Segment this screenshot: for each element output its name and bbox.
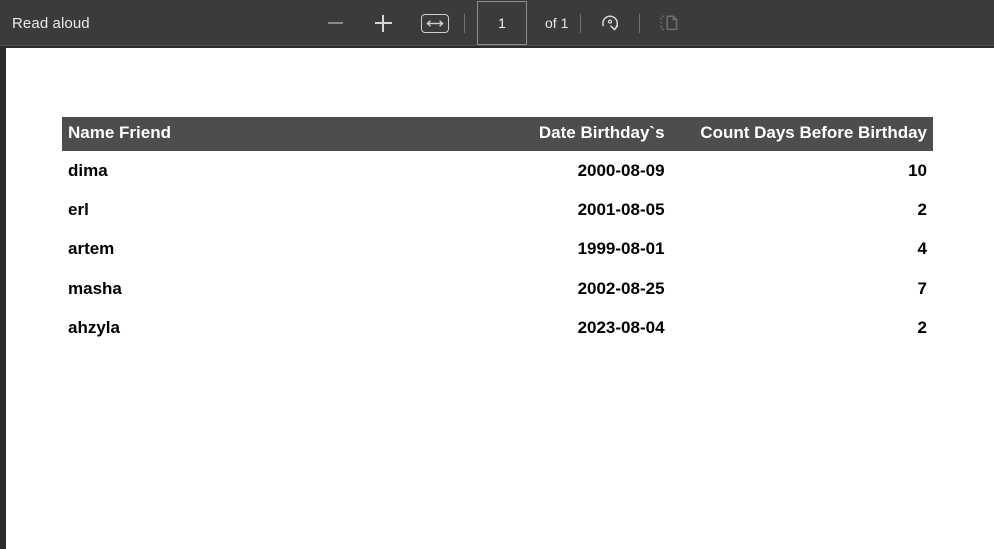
- cell-name: dima: [68, 160, 108, 180]
- toolbar-center-controls: of 1: [318, 0, 686, 46]
- page-view-button[interactable]: [652, 7, 686, 39]
- cell-count: 2: [917, 200, 927, 220]
- toolbar-separator: [639, 13, 641, 33]
- cell-date: 2002-08-25: [577, 278, 665, 298]
- cell-count: 2: [917, 317, 927, 337]
- document-scroll-area[interactable]: Name Friend Date Birthday`s Count Days B…: [0, 46, 994, 549]
- cell-name: artem: [68, 239, 115, 259]
- cell-date: 2023-08-04: [577, 317, 665, 337]
- page-total-label: of 1: [545, 15, 569, 31]
- column-header-date-birthday: Date Birthday`s: [424, 117, 671, 151]
- cell-count: 10: [908, 160, 927, 180]
- read-aloud-label: Read aloud: [12, 14, 90, 32]
- pdf-toolbar: Read aloud 1 of 1: [0, 0, 994, 46]
- cell-count: 4: [917, 239, 927, 259]
- minus-icon: [327, 22, 343, 24]
- rotate-button[interactable]: [593, 7, 627, 39]
- page-number-input[interactable]: [477, 1, 527, 45]
- read-aloud-button[interactable]: Read aloud: [12, 0, 90, 46]
- cell-name: erl: [68, 200, 89, 220]
- zoom-in-button[interactable]: [366, 8, 400, 38]
- table-row: masha 2002-08-25 7: [62, 269, 933, 308]
- table-row: dima 2000-08-09 10: [62, 151, 933, 190]
- birthday-table: Name Friend Date Birthday`s Count Days B…: [62, 117, 933, 347]
- toolbar-separator: [580, 13, 582, 33]
- table-body: dima 2000-08-09 10 erl 2001-08-05 2 arte…: [62, 151, 933, 347]
- cell-date: 2000-08-09: [577, 160, 665, 180]
- table-row: erl 2001-08-05 2: [62, 190, 933, 229]
- plus-icon: [374, 14, 392, 32]
- fit-to-width-button[interactable]: [418, 8, 452, 38]
- cell-name: masha: [68, 278, 122, 298]
- toolbar-separator: [464, 13, 465, 33]
- pdf-viewer: Read aloud 1 of 1 Name Friend Date Birth…: [0, 0, 994, 549]
- column-header-count-days: Count Days Before Birthday: [670, 117, 933, 151]
- rotate-clockwise-icon: [599, 12, 621, 34]
- cell-count: 7: [917, 278, 927, 298]
- cell-name: ahzyla: [68, 317, 120, 337]
- cell-date: 2001-08-05: [577, 200, 665, 220]
- page-view-icon: [658, 13, 680, 33]
- pdf-page: Name Friend Date Birthday`s Count Days B…: [6, 48, 994, 549]
- fit-to-width-icon: [421, 13, 449, 33]
- column-header-name-friend: Name Friend: [62, 117, 425, 151]
- zoom-out-button[interactable]: [318, 8, 352, 38]
- table-header: Name Friend Date Birthday`s Count Days B…: [62, 117, 933, 151]
- table-row: ahzyla 2023-08-04 2: [62, 308, 933, 347]
- cell-date: 1999-08-01: [577, 239, 665, 259]
- table-header-row: Name Friend Date Birthday`s Count Days B…: [62, 117, 933, 151]
- table-row: artem 1999-08-01 4: [62, 229, 933, 268]
